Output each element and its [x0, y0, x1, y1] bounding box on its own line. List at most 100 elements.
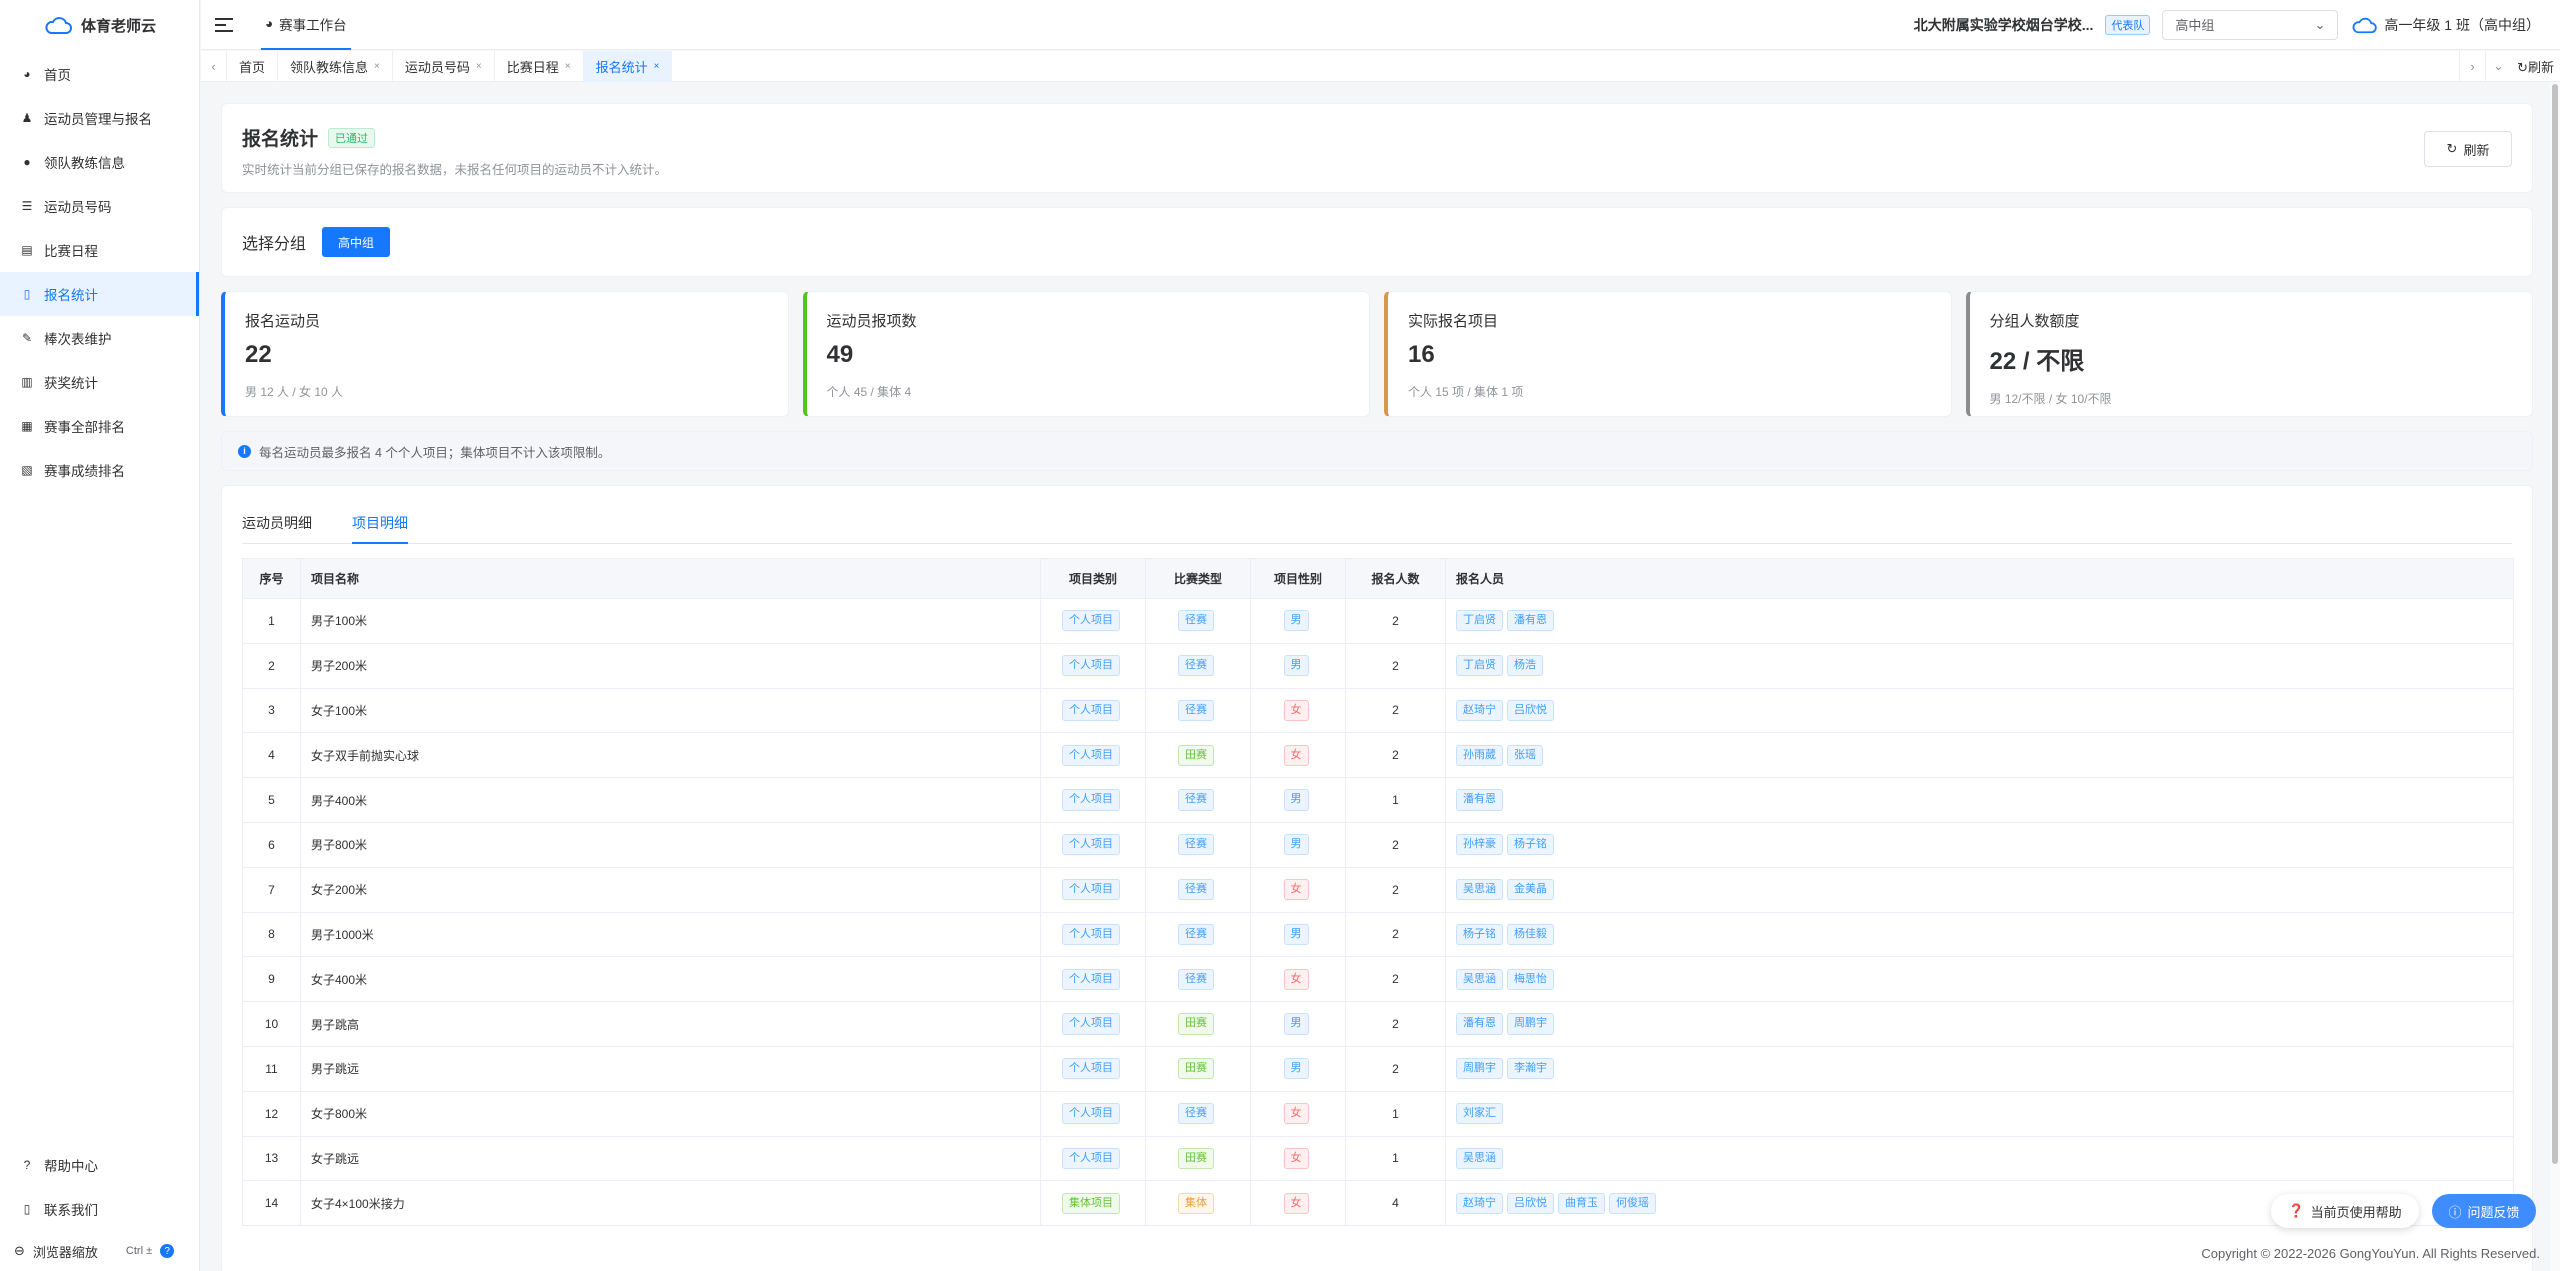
athlete-tag[interactable]: 赵琦宁: [1456, 699, 1503, 722]
athlete-tag[interactable]: 潘有恩: [1507, 610, 1554, 632]
sidebar-item[interactable]: ▯ 报名统计: [0, 272, 199, 316]
app-logo[interactable]: 体育老师云: [0, 0, 199, 50]
group-select-value: 高中组: [2175, 18, 2215, 33]
feedback-button[interactable]: ⓘ 问题反馈: [2432, 1194, 2536, 1228]
sidebar-item[interactable]: ♟ 运动员管理与报名: [0, 96, 199, 140]
athlete-tag[interactable]: 孙雨葳: [1456, 744, 1503, 766]
event-gender-tag: 女: [1283, 1192, 1309, 1214]
entrants-cell: 周鹏宇 李瀚宇: [1445, 1045, 2514, 1092]
page-tab[interactable]: 比赛日程 ×: [495, 50, 584, 82]
tabs-refresh-button[interactable]: ↻刷新: [2511, 57, 2560, 76]
athlete-tag[interactable]: 刘家汇: [1456, 1103, 1503, 1125]
athlete-tag[interactable]: 杨子铭: [1456, 923, 1503, 946]
tabs-dropdown-icon[interactable]: ⌄: [2485, 50, 2511, 82]
stat-value: 22 / 不限: [1989, 348, 2085, 375]
event-category-cell: 个人项目: [1040, 777, 1146, 823]
athlete-tag[interactable]: 吴思涵: [1456, 879, 1503, 901]
class-info[interactable]: 高一年级 1 班（高中组）: [2350, 15, 2540, 35]
athlete-tag[interactable]: 赵琦宁: [1456, 1192, 1503, 1214]
sidebar-item-label: 获奖统计: [44, 376, 98, 391]
event-type-cell: 田赛: [1145, 732, 1251, 779]
refresh-icon: ↻: [2446, 141, 2458, 156]
sidebar-item[interactable]: ● 领队教练信息: [0, 140, 199, 184]
athlete-tag[interactable]: 杨浩: [1507, 655, 1543, 677]
app-name: 体育老师云: [80, 17, 156, 35]
sidebar-item[interactable]: ▤ 比赛日程: [0, 228, 199, 272]
help-center-item[interactable]: ? 帮助中心: [0, 1143, 200, 1187]
refresh-button[interactable]: ↻ 刷新: [2424, 131, 2512, 167]
zoom-help-icon[interactable]: ?: [160, 1244, 175, 1258]
close-icon[interactable]: ×: [374, 61, 380, 72]
entry-count: 2: [1345, 1045, 1446, 1092]
question-circle-icon: ?: [23, 1158, 31, 1172]
tab-event-detail[interactable]: 项目明细: [352, 513, 408, 544]
event-category-tag: 个人项目: [1062, 744, 1120, 766]
scrollbar-thumb[interactable]: [2552, 84, 2558, 1164]
page-help-button[interactable]: ❓ 当前页使用帮助: [2271, 1194, 2419, 1228]
event-gender-tag: 男: [1283, 923, 1309, 946]
athlete-tag[interactable]: 丁启贤: [1456, 655, 1503, 677]
event-type-cell: 径赛: [1145, 821, 1251, 868]
event-category-tag: 个人项目: [1062, 699, 1120, 722]
refresh-button-label: 刷新: [2463, 142, 2490, 158]
entrants-cell: 赵琦宁 吕欣悦: [1445, 687, 2514, 734]
page-tab-label: 比赛日程: [506, 59, 559, 75]
athlete-tag[interactable]: 张瑶: [1507, 744, 1543, 766]
tab-athlete-detail[interactable]: 运动员明细: [242, 513, 312, 543]
row-index: 9: [242, 956, 301, 1003]
athlete-tag[interactable]: 周鹏宇: [1456, 1058, 1503, 1080]
sidebar-item-label: 运动员号码: [44, 200, 112, 215]
athlete-tag[interactable]: 吕欣悦: [1507, 699, 1554, 722]
page-tab[interactable]: 运动员号码 ×: [393, 50, 495, 82]
menu-toggle-icon[interactable]: [215, 17, 233, 32]
event-name: 女子800米: [300, 1090, 1041, 1137]
sidebar-item[interactable]: ▥ 获奖统计: [0, 360, 199, 404]
athlete-tag[interactable]: 潘有恩: [1456, 1013, 1503, 1035]
event-type-tag: 径赛: [1178, 699, 1214, 722]
page-tab[interactable]: 报名统计 ×: [583, 50, 673, 82]
event-name: 女子4×100米接力: [300, 1180, 1041, 1227]
sidebar-item[interactable]: ✎ 棒次表维护: [0, 316, 199, 360]
page-tab-label: 首页: [239, 59, 266, 75]
athlete-tag[interactable]: 李瀚宇: [1507, 1058, 1554, 1080]
contact-us-item[interactable]: ▯ 联系我们: [0, 1187, 200, 1231]
athlete-tag[interactable]: 杨佳毅: [1507, 923, 1554, 946]
athlete-tag[interactable]: 周鹏宇: [1507, 1013, 1554, 1035]
sidebar-item[interactable]: ◕ 首页: [0, 52, 199, 96]
sidebar-item[interactable]: ☰ 运动员号码: [0, 184, 199, 228]
tabs-scroll-left-icon[interactable]: ‹: [201, 50, 227, 82]
tabs-scroll-right-icon[interactable]: ›: [2459, 50, 2485, 82]
page-scrollbar[interactable]: [2550, 82, 2560, 1271]
close-icon[interactable]: ×: [476, 61, 482, 72]
event-category-cell: 个人项目: [1040, 821, 1146, 868]
page-tab[interactable]: 领队教练信息 ×: [278, 50, 393, 82]
sidebar-item[interactable]: ▧ 赛事成绩排名: [0, 448, 199, 492]
event-gender-cell: 男: [1250, 598, 1346, 644]
sidebar-item[interactable]: ▦ 赛事全部排名: [0, 404, 199, 448]
athlete-tag[interactable]: 吕欣悦: [1507, 1192, 1554, 1214]
group-select[interactable]: 高中组 ⌄: [2162, 9, 2339, 40]
athlete-tag[interactable]: 何俊瑶: [1609, 1192, 1656, 1214]
event-category-cell: 个人项目: [1040, 642, 1146, 689]
event-type-cell: 径赛: [1145, 777, 1251, 823]
edit-icon: ✎: [21, 331, 33, 345]
event-gender-cell: 男: [1250, 777, 1346, 823]
close-icon[interactable]: ×: [654, 61, 660, 72]
athlete-tag[interactable]: 潘有恩: [1456, 789, 1503, 811]
group-button[interactable]: 高中组: [322, 227, 391, 257]
workspace-tab[interactable]: ◕ 赛事工作台: [261, 0, 351, 50]
event-type-cell: 田赛: [1145, 1135, 1251, 1182]
athlete-tag[interactable]: 孙梓豪: [1456, 834, 1503, 856]
page-tab[interactable]: 首页: [227, 50, 279, 82]
browser-zoom[interactable]: ⊖ 浏览器缩放 Ctrl ± ?: [0, 1231, 200, 1271]
athlete-tag[interactable]: 丁启贤: [1456, 610, 1503, 632]
athlete-tag[interactable]: 金美晶: [1507, 879, 1554, 901]
athlete-tag[interactable]: 杨子铭: [1507, 834, 1554, 856]
athlete-tag[interactable]: 曲育玉: [1558, 1192, 1605, 1214]
athlete-tag[interactable]: 吴思涵: [1456, 1147, 1503, 1170]
close-icon[interactable]: ×: [565, 61, 571, 72]
athlete-tag[interactable]: 吴思涵: [1456, 968, 1503, 990]
event-type-tag: 径赛: [1178, 1103, 1214, 1125]
athlete-tag[interactable]: 梅思怡: [1507, 968, 1554, 990]
event-category-tag: 集体项目: [1062, 1192, 1120, 1214]
